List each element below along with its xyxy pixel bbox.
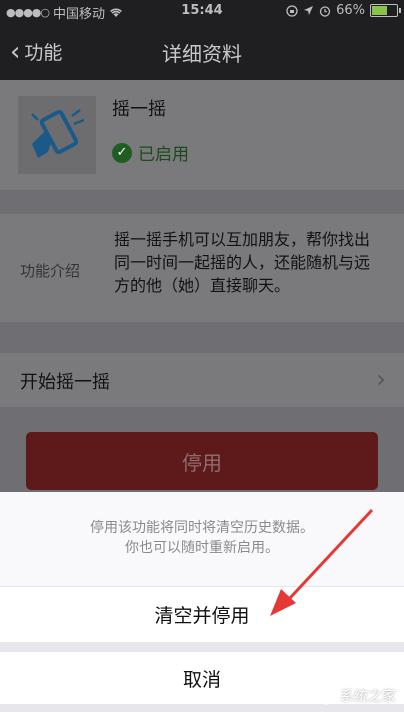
orientation-lock-icon xyxy=(286,4,298,17)
nav-bar: ‹ 功能 详细资料 xyxy=(0,22,404,80)
watermark-text: 系统之家 xyxy=(340,689,396,705)
feature-status-label: 已启用 xyxy=(138,145,189,165)
feature-name: 摇一摇 xyxy=(112,99,166,120)
clear-and-disable-label: 清空并停用 xyxy=(154,605,250,627)
action-sheet: 停用该功能将同时将清空历史数据。 你也可以随时重新启用。 清空并停用 取消 xyxy=(0,492,404,712)
battery-level xyxy=(372,6,387,15)
intro-description: 摇一摇手机可以互加朋友，帮你找出同一时间一起摇的人，还能随机与远方的他（她）直接… xyxy=(114,230,371,295)
watermark-logo-icon xyxy=(316,687,336,705)
start-shake-row[interactable]: 开始摇一摇 › xyxy=(0,353,404,407)
check-circle-icon: ✓ xyxy=(112,142,132,163)
cancel-label: 取消 xyxy=(182,668,221,691)
feature-card: 摇一摇 ✓ 已启用 xyxy=(0,80,404,190)
action-sheet-message-line1: 停用该功能将同时将清空历史数据。 xyxy=(90,520,314,536)
intro-label: 功能介绍 xyxy=(20,262,81,280)
phone-shake-icon xyxy=(31,109,85,158)
chevron-right-icon: › xyxy=(376,365,386,393)
battery-percent: 66% xyxy=(336,3,365,18)
location-icon xyxy=(304,6,314,15)
status-right: 66% xyxy=(286,3,401,18)
alarm-icon xyxy=(319,5,331,17)
feature-status: ✓ 已启用 xyxy=(112,140,189,165)
status-bar: ●●●●○ 中国移动 15:44 66% xyxy=(0,0,404,22)
battery-icon xyxy=(370,4,401,17)
clear-and-disable-button[interactable]: 清空并停用 xyxy=(0,587,404,642)
watermark: 系统之家 xyxy=(316,686,396,706)
start-shake-label: 开始摇一摇 xyxy=(20,372,110,393)
feature-icon xyxy=(18,96,96,174)
disable-button[interactable]: 停用 xyxy=(26,432,378,490)
action-sheet-message: 停用该功能将同时将清空历史数据。 你也可以随时重新启用。 xyxy=(0,492,404,586)
disable-button-label: 停用 xyxy=(182,450,222,475)
intro-section: 功能介绍 摇一摇手机可以互加朋友，帮你找出同一时间一起摇的人，还能随机与远方的他… xyxy=(0,214,404,322)
page-title: 详细资料 xyxy=(162,42,242,66)
action-sheet-message-line2: 你也可以随时重新启用。 xyxy=(125,540,279,556)
